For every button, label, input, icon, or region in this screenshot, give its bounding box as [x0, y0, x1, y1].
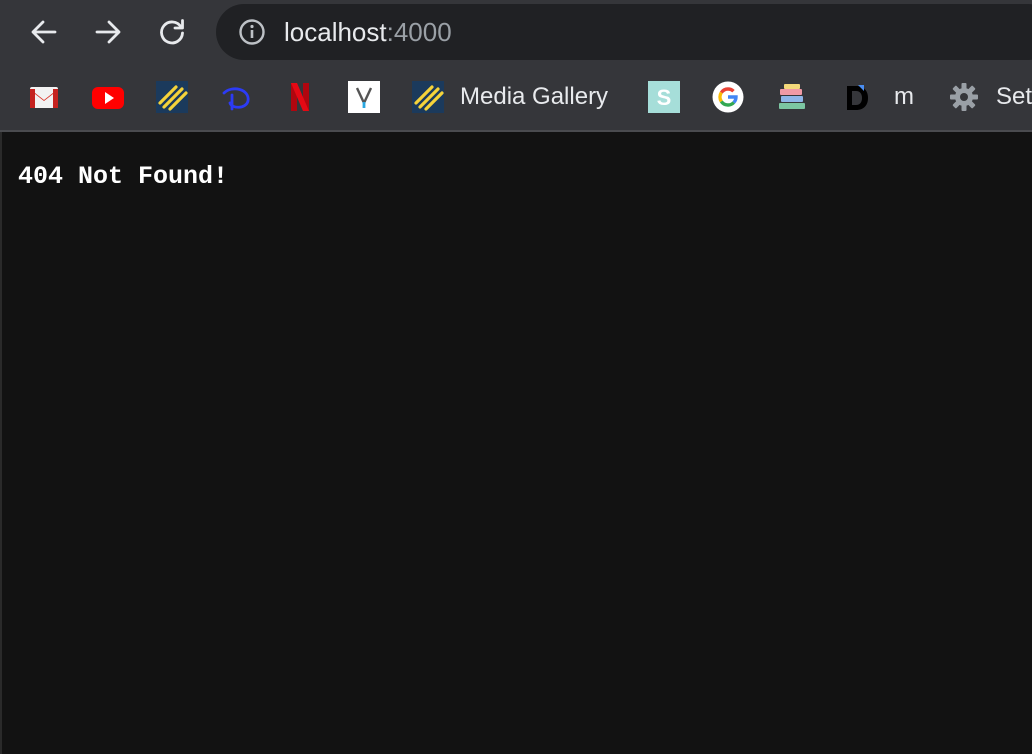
bookmark-v[interactable] [348, 80, 380, 114]
arrow-left-icon [31, 20, 57, 44]
bookmark-m[interactable]: m [878, 80, 914, 114]
bookmark-label: Media Gallery [460, 83, 609, 110]
arrow-right-icon [95, 20, 121, 44]
error-message: 404 Not Found! [18, 162, 229, 191]
gear-icon [950, 83, 978, 111]
info-icon[interactable] [238, 18, 266, 46]
netflix-icon [291, 83, 309, 111]
gmail-icon [30, 87, 58, 108]
bookmark-d[interactable] [840, 80, 872, 114]
books-icon [779, 84, 805, 109]
url-port: :4000 [386, 17, 452, 47]
address-bar[interactable]: localhost:4000 [216, 4, 1032, 60]
svg-text:S: S [657, 85, 672, 110]
bookmark-books[interactable] [776, 80, 808, 114]
bookmark-s[interactable]: S [648, 80, 680, 114]
yellow-stripes-icon [156, 81, 188, 113]
bookmark-gmail[interactable] [28, 80, 60, 114]
d-letter-icon [847, 85, 868, 110]
bookmark-netflix[interactable] [284, 80, 316, 114]
bookmarks-bar: Media Gallery S m Set [0, 64, 1032, 132]
bookmark-media-gallery[interactable]: Media Gallery [412, 80, 608, 114]
yellow-stripes-icon [412, 81, 444, 113]
disney-plus-icon [222, 87, 250, 111]
bookmark-google[interactable] [712, 80, 744, 114]
reload-button[interactable] [152, 12, 192, 52]
s-letter-icon: S [648, 81, 680, 113]
reload-icon [160, 19, 184, 45]
bookmark-label: m [894, 83, 914, 110]
google-icon [712, 81, 744, 113]
back-button[interactable] [24, 12, 64, 52]
url-text[interactable]: localhost:4000 [284, 18, 452, 46]
forward-button[interactable] [88, 12, 128, 52]
browser-window: localhost:4000 Media Gallery S m Set 404… [0, 0, 1032, 754]
url-host: localhost [284, 17, 387, 47]
bookmark-disney-plus[interactable] [220, 80, 252, 114]
browser-toolbar: localhost:4000 [0, 0, 1032, 64]
v-letter-icon [348, 81, 380, 113]
bookmark-yellow-stripes[interactable] [156, 80, 188, 114]
youtube-icon [92, 87, 124, 109]
bookmark-settings[interactable]: Set [948, 80, 1032, 114]
page-content: 404 Not Found! [0, 132, 1032, 754]
bookmark-youtube[interactable] [92, 80, 124, 114]
bookmark-label: Set [996, 83, 1032, 110]
